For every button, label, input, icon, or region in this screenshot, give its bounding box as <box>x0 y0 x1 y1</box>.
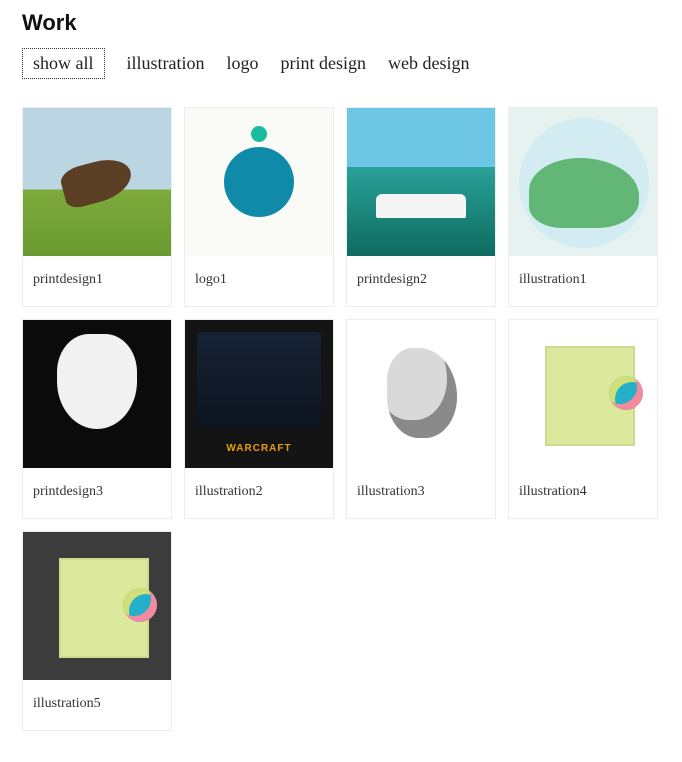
thumbnail-image <box>23 320 171 468</box>
filter-bar: show all illustration logo print design web … <box>22 48 660 79</box>
thumbnail-caption: illustration2 <box>185 468 333 518</box>
portfolio-card[interactable]: illustration2 <box>184 319 334 519</box>
thumbnail-image <box>347 108 495 256</box>
portfolio-card[interactable]: illustration5 <box>22 531 172 731</box>
portfolio-grid: printdesign1 logo1 printdesign2 illustratio… <box>22 107 660 731</box>
portfolio-card[interactable]: illustration4 <box>508 319 658 519</box>
thumbnail-caption: printdesign1 <box>23 256 171 306</box>
thumbnail-image <box>23 108 171 256</box>
thumbnail-image <box>23 532 171 680</box>
filter-logo[interactable]: logo <box>227 53 259 74</box>
thumbnail-caption: illustration3 <box>347 468 495 518</box>
filter-print-design[interactable]: print design <box>281 53 367 74</box>
thumbnail-caption: logo1 <box>185 256 333 306</box>
thumbnail-image <box>185 320 333 468</box>
thumbnail-caption: illustration4 <box>509 468 657 518</box>
thumbnail-image <box>509 320 657 468</box>
thumbnail-image <box>347 320 495 468</box>
filter-web-design[interactable]: web design <box>388 53 469 74</box>
portfolio-card[interactable]: printdesign1 <box>22 107 172 307</box>
portfolio-card[interactable]: printdesign3 <box>22 319 172 519</box>
filter-show-all[interactable]: show all <box>22 48 105 79</box>
portfolio-card[interactable]: printdesign2 <box>346 107 496 307</box>
filter-illustration[interactable]: illustration <box>127 53 205 74</box>
thumbnail-image <box>509 108 657 256</box>
page-title: Work <box>22 10 660 36</box>
thumbnail-caption: printdesign2 <box>347 256 495 306</box>
portfolio-card[interactable]: illustration3 <box>346 319 496 519</box>
thumbnail-caption: illustration5 <box>23 680 171 730</box>
thumbnail-image <box>185 108 333 256</box>
thumbnail-caption: illustration1 <box>509 256 657 306</box>
thumbnail-caption: printdesign3 <box>23 468 171 518</box>
portfolio-card[interactable]: logo1 <box>184 107 334 307</box>
portfolio-card[interactable]: illustration1 <box>508 107 658 307</box>
